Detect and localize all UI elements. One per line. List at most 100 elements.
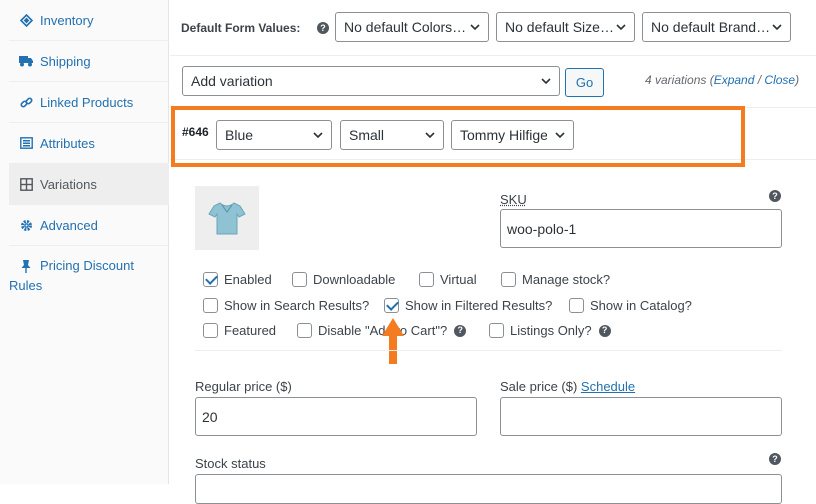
virtual-checkbox[interactable]: Virtual xyxy=(419,272,477,287)
variation-id: #646 xyxy=(182,125,209,139)
checkbox-label: Featured xyxy=(224,323,277,338)
schedule-link[interactable]: Schedule xyxy=(581,379,635,394)
default-colors-value: No default Colors… xyxy=(344,19,467,35)
show-in-search-results-checkbox[interactable]: Show in Search Results? xyxy=(203,298,369,313)
stock-status-select[interactable] xyxy=(195,474,782,504)
chevron-down-icon xyxy=(541,78,551,85)
checkbox-box[interactable] xyxy=(203,323,218,338)
listings-only-checkbox[interactable]: Listings Only?? xyxy=(489,323,611,338)
sidebar-item-pricing-discount-rules[interactable]: Pricing Discount Rules xyxy=(9,256,169,320)
chevron-down-icon xyxy=(555,132,565,139)
variation-size-value: Small xyxy=(349,127,385,143)
close-paren: ) xyxy=(795,73,800,87)
sidebar-item-label: Inventory xyxy=(40,12,94,28)
sidebar-item-shipping[interactable]: Shipping xyxy=(9,41,169,82)
product-data-tabs: Inventory Shipping Linked Products Attri… xyxy=(0,0,169,484)
help-icon[interactable]: ? xyxy=(454,324,467,337)
show-in-catalog-checkbox[interactable]: Show in Catalog? xyxy=(569,298,692,313)
help-icon[interactable]: ? xyxy=(317,22,329,34)
pin-icon xyxy=(19,259,33,273)
variation-brand-select[interactable]: Tommy Hilfiger xyxy=(451,120,574,150)
default-brand-select[interactable]: No default Brand… xyxy=(642,12,791,42)
sidebar-item-label: Shipping xyxy=(40,53,91,69)
link-icon xyxy=(19,96,33,109)
sidebar-item-label: Pricing Discount xyxy=(40,258,134,273)
sku-input[interactable]: woo-polo-1 xyxy=(500,209,782,248)
show-in-filtered-results-checkbox[interactable]: Show in Filtered Results? xyxy=(384,298,552,313)
sale-price-input[interactable] xyxy=(500,397,782,436)
default-form-values-bar: Default Form Values: ? No default Colors… xyxy=(170,0,816,56)
checkbox-box[interactable] xyxy=(384,298,399,313)
sale-price-label-text: Sale price ($) xyxy=(500,379,581,394)
sidebar-item-label-line2: Rules xyxy=(9,278,43,293)
downloadable-checkbox[interactable]: Downloadable xyxy=(292,272,395,287)
sidebar-item-label: Variations xyxy=(40,176,97,192)
default-colors-select[interactable]: No default Colors… xyxy=(335,12,489,42)
checkbox-label: Show in Catalog? xyxy=(590,298,692,313)
checkbox-box[interactable] xyxy=(203,298,218,313)
sidebar-item-inventory[interactable]: Inventory xyxy=(9,0,169,41)
sku-label: SKU xyxy=(500,192,527,207)
checkbox-label: Downloadable xyxy=(313,272,396,287)
help-icon[interactable]: ? xyxy=(769,453,781,465)
sidebar-item-advanced[interactable]: Advanced xyxy=(9,205,169,246)
sidebar-item-label: Linked Products xyxy=(40,94,134,110)
expand-link[interactable]: Expand xyxy=(714,73,755,87)
sidebar-item-attributes[interactable]: Attributes xyxy=(9,123,169,164)
checkbox-box[interactable] xyxy=(203,272,218,287)
variation-header[interactable]: #646 Blue Small Tommy Hilfiger xyxy=(170,108,816,160)
featured-checkbox[interactable]: Featured xyxy=(203,323,276,338)
arrow-up-icon xyxy=(382,318,404,364)
variation-brand-value: Tommy Hilfiger xyxy=(460,127,547,143)
checkbox-label: Show in Search Results? xyxy=(224,298,370,313)
list-icon xyxy=(19,137,33,149)
checkbox-label: Manage stock? xyxy=(522,272,611,287)
default-size-select[interactable]: No default Size… xyxy=(496,12,635,42)
variation-actions-bar: Add variation Go 4 variations (Expand / … xyxy=(170,56,816,108)
manage-stock-checkbox[interactable]: Manage stock? xyxy=(501,272,610,287)
variation-action-select[interactable]: Add variation xyxy=(182,66,560,96)
checkbox-box[interactable] xyxy=(501,272,516,287)
checkbox-box[interactable] xyxy=(489,323,504,338)
variation-color-select[interactable]: Blue xyxy=(216,120,332,150)
variation-action-value: Add variation xyxy=(191,73,273,89)
enabled-checkbox[interactable]: Enabled xyxy=(203,272,272,287)
section-divider xyxy=(195,350,782,351)
help-icon[interactable]: ? xyxy=(598,324,611,337)
chevron-down-icon xyxy=(772,24,782,31)
sidebar-item-linked-products[interactable]: Linked Products xyxy=(9,82,169,123)
regular-price-input[interactable]: 20 xyxy=(195,397,477,436)
separator: / xyxy=(754,73,765,87)
gear-icon xyxy=(19,219,33,232)
close-link[interactable]: Close xyxy=(764,73,795,87)
default-brand-value: No default Brand… xyxy=(651,19,771,35)
sidebar-item-variations[interactable]: Variations xyxy=(9,164,169,205)
regular-price-label: Regular price ($) xyxy=(195,379,292,394)
checkbox-box[interactable] xyxy=(292,272,307,287)
help-icon[interactable]: ? xyxy=(769,190,781,202)
grid-icon xyxy=(19,177,33,191)
default-form-values-label: Default Form Values: xyxy=(181,21,301,35)
chevron-down-icon xyxy=(616,24,626,31)
chevron-down-icon xyxy=(313,132,323,139)
chevron-down-icon xyxy=(425,132,435,139)
chevron-down-icon xyxy=(470,24,480,31)
checkbox-label: Listings Only? xyxy=(510,323,592,338)
variations-count-text: 4 variations ( xyxy=(645,73,714,87)
stock-status-label: Stock status xyxy=(195,456,266,471)
checkbox-box[interactable] xyxy=(569,298,584,313)
variation-image[interactable] xyxy=(195,186,259,250)
checkbox-box[interactable] xyxy=(297,323,312,338)
inventory-icon xyxy=(19,13,33,27)
checkbox-box[interactable] xyxy=(419,272,434,287)
sale-price-label: Sale price ($) Schedule xyxy=(500,379,635,394)
checkbox-label: Show in Filtered Results? xyxy=(405,298,553,313)
sidebar-item-label: Advanced xyxy=(40,217,98,233)
tshirt-icon xyxy=(208,202,246,235)
variation-size-select[interactable]: Small xyxy=(340,120,444,150)
checkbox-label: Enabled xyxy=(224,272,272,287)
variation-color-value: Blue xyxy=(225,127,254,143)
go-button[interactable]: Go xyxy=(565,68,604,97)
checkbox-label: Virtual xyxy=(440,272,477,287)
variations-count: 4 variations (Expand / Close) xyxy=(645,73,799,87)
